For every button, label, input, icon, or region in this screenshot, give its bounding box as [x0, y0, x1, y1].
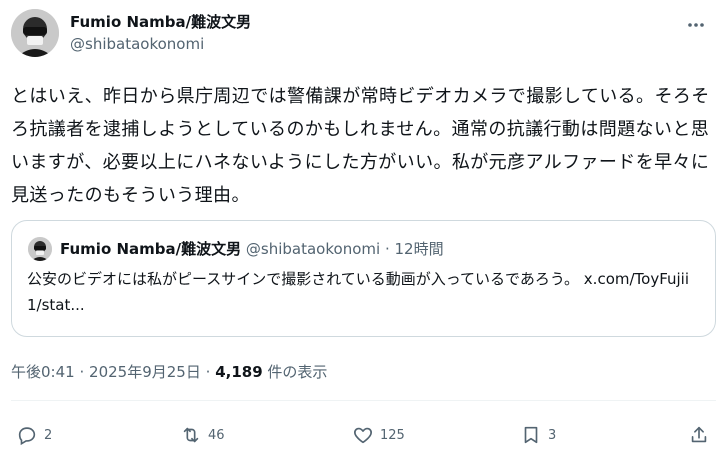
- author-handle[interactable]: @shibataokonomi: [70, 35, 204, 53]
- more-icon: [688, 23, 704, 27]
- views-count: 4,189: [215, 363, 263, 381]
- retweet-button[interactable]: 46: [180, 417, 225, 453]
- tweet-text: とはいえ、昨日から県庁周辺では警備課が常時ビデオカメラで撮影している。そろそろ抗…: [11, 86, 710, 206]
- quoted-text-block: 公安のビデオには私がピースサインで撮影されている動画が入っているであろう。 x.…: [27, 266, 692, 318]
- reply-icon: [18, 427, 36, 446]
- tweet-meta: 午後0:41 · 2025年9月25日 · 4,189 件の表示: [11, 361, 327, 382]
- like-button[interactable]: 125: [352, 417, 405, 453]
- tweet: Fumio Namba/難波文男 @shibataokonomi とはいえ、昨日…: [0, 0, 723, 453]
- post-time[interactable]: 午後0:41: [11, 363, 75, 381]
- quoted-text: 公安のビデオには私がピースサインで撮影されている動画が入っているであろう。: [27, 270, 580, 288]
- reply-count: 2: [44, 427, 53, 443]
- meta-separator-2: ·: [205, 363, 211, 381]
- post-date[interactable]: 2025年9月25日: [89, 363, 201, 381]
- reply-button[interactable]: 2: [16, 417, 52, 453]
- quoted-time: 12時間: [394, 240, 444, 258]
- like-count: 125: [380, 427, 405, 443]
- action-bar: 2 46 125 3: [0, 417, 723, 453]
- meta-separator: ·: [79, 363, 85, 381]
- author-name[interactable]: Fumio Namba/難波文男: [70, 11, 251, 32]
- quoted-author-handle: @shibataokonomi: [245, 240, 381, 258]
- more-button[interactable]: [679, 8, 713, 42]
- retweet-count: 46: [208, 427, 225, 443]
- avatar[interactable]: [11, 9, 59, 57]
- retweet-icon: [183, 427, 199, 443]
- bookmark-button[interactable]: 3: [520, 417, 556, 453]
- quoted-tweet[interactable]: Fumio Namba/難波文男 @shibataokonomi · 12時間 …: [11, 220, 716, 337]
- quoted-avatar: [28, 237, 52, 261]
- bookmark-count: 3: [548, 427, 557, 443]
- quoted-author-name: Fumio Namba/難波文男: [60, 240, 242, 258]
- quoted-header: Fumio Namba/難波文男 @shibataokonomi · 12時間: [60, 238, 444, 259]
- share-icon: [691, 426, 707, 443]
- divider: [11, 400, 716, 401]
- heart-icon: [354, 427, 372, 444]
- views-label: 件の表示: [267, 363, 328, 381]
- bookmark-icon: [524, 426, 538, 444]
- quoted-separator: ·: [384, 240, 390, 258]
- share-button[interactable]: [688, 417, 710, 453]
